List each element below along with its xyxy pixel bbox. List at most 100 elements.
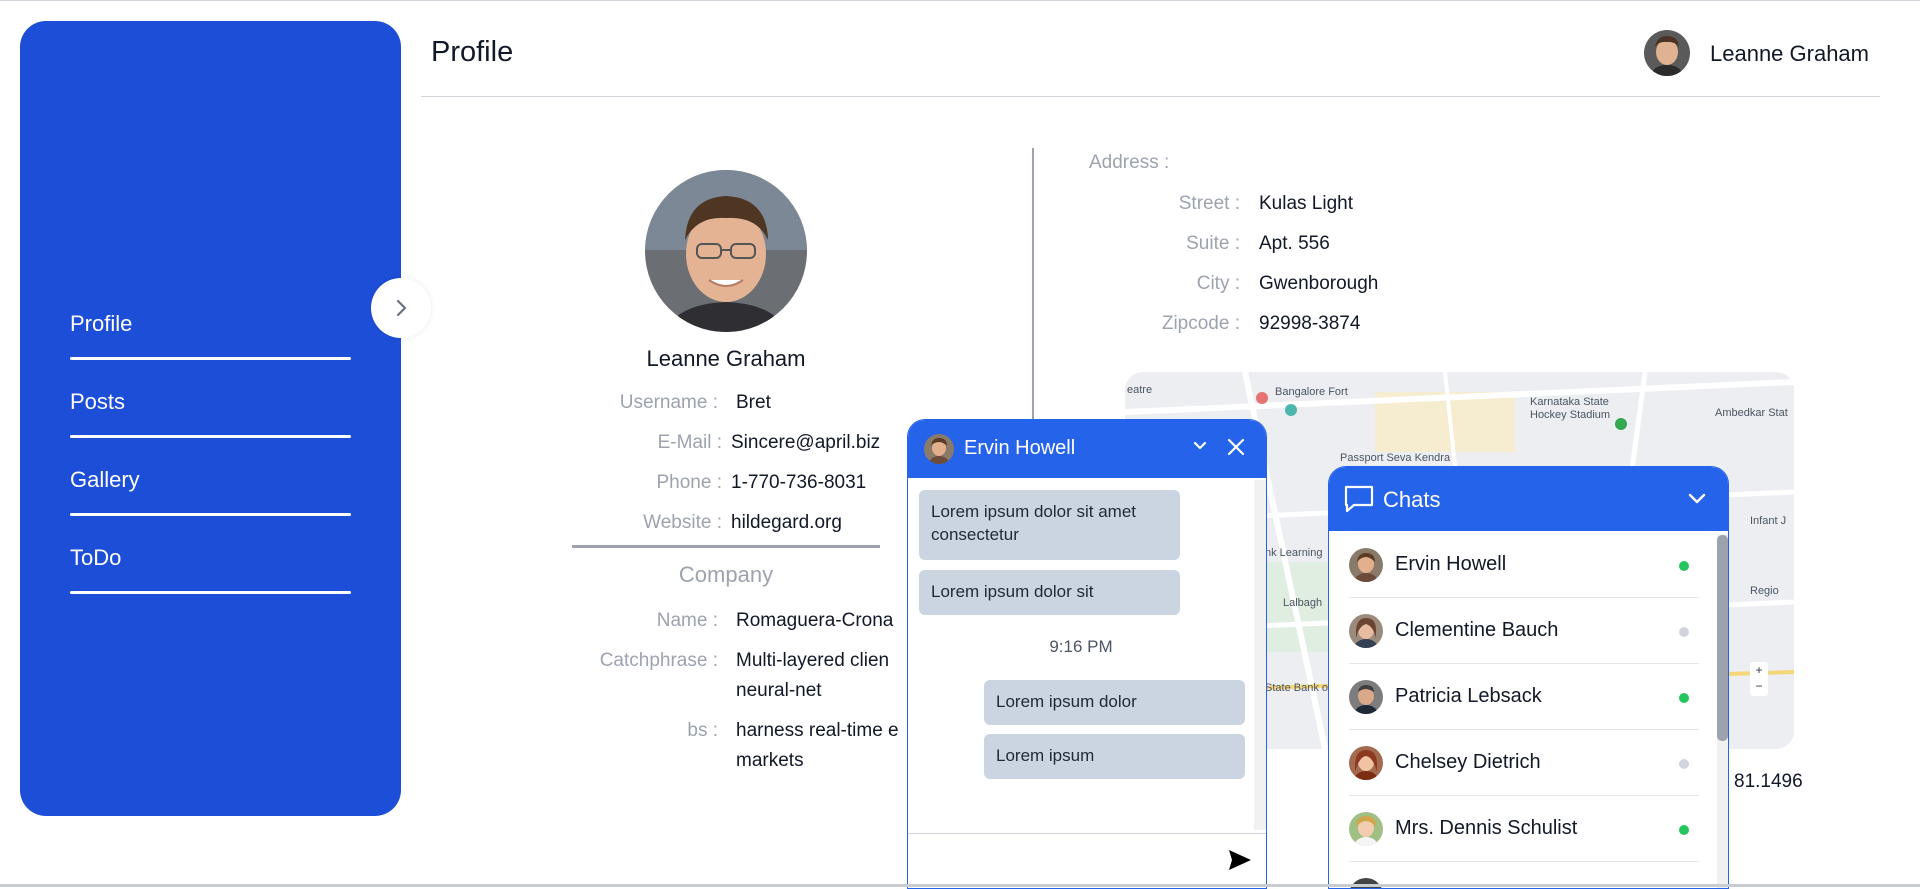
chat-contact-name: Chelsey Dietrich [1395, 751, 1541, 773]
map-label: Karnataka State [1530, 396, 1609, 408]
zipcode-value: 92998-3874 [1259, 313, 1361, 334]
sidebar-item-label: Gallery [70, 467, 140, 492]
suite-value: Apt. 556 [1259, 233, 1330, 254]
username-label: Username : [619, 392, 718, 413]
chat-contact-item[interactable]: Chelsey Dietrich [1349, 729, 1699, 796]
catchphrase-value-line2: neural-net [736, 680, 822, 701]
chats-panel: Chats Ervin Howell Clementine Bauch Patr… [1328, 466, 1729, 889]
company-name-label: Name : [656, 610, 718, 631]
catchphrase-value-line1: Multi-layered clien [736, 650, 890, 671]
message-text: Lorem ipsum dolor sit amet consectetur [931, 502, 1137, 544]
message-bubble-sent: Lorem ipsum dolor [984, 680, 1245, 725]
profile-photo [645, 170, 807, 332]
map-label: State Bank o [1265, 682, 1328, 694]
avatar [924, 434, 954, 464]
avatar [1349, 746, 1383, 780]
map-label: Ambedkar Stat [1715, 407, 1788, 419]
divider [70, 591, 351, 594]
email-label: E-Mail : [657, 432, 722, 453]
header-divider [421, 96, 1880, 97]
status-offline-dot [1679, 627, 1689, 637]
company-name-value: Romaguera-Crona [736, 610, 894, 631]
street-label: Street : [1178, 193, 1240, 214]
profile-avatar [645, 170, 807, 332]
sidebar-toggle-button[interactable] [371, 278, 431, 338]
sidebar: Profile Posts Gallery ToDo [20, 21, 401, 816]
avatar [1349, 548, 1383, 582]
status-online-dot [1679, 825, 1689, 835]
username-value: Bret [736, 392, 771, 413]
geo-coordinate: 81.1496 [1734, 771, 1803, 792]
message-text: Lorem ipsum [996, 746, 1095, 765]
message-time: 9:16 PM [1049, 637, 1113, 656]
suite-label: Suite : [1186, 233, 1240, 254]
message-text: Lorem ipsum dolor sit [931, 582, 1094, 601]
phone-value: 1-770-736-8031 [731, 472, 867, 493]
divider [70, 513, 351, 516]
top-border [0, 0, 1920, 1]
chats-scrollbar-thumb[interactable] [1717, 535, 1728, 741]
chat-contact-name: Clementine Bauch [1395, 619, 1559, 641]
profile-divider [572, 545, 880, 548]
catchphrase-label: Catchphrase : [599, 650, 718, 671]
bs-label: bs : [687, 720, 718, 741]
sidebar-item-label: ToDo [70, 545, 122, 570]
bs-value-line1: harness real-time e [736, 720, 899, 741]
sidebar-item-gallery[interactable]: Gallery [70, 445, 371, 523]
chevron-down-icon[interactable] [1192, 438, 1208, 454]
status-offline-dot [1679, 759, 1689, 769]
chat-contact-name: Mrs. Dennis Schulist [1395, 817, 1578, 839]
website-label: Website : [643, 512, 722, 533]
chat-contact-item[interactable]: Mrs. Dennis Schulist [1349, 795, 1699, 862]
map-label: Hockey Stadium [1530, 409, 1611, 421]
chat-contact-item[interactable]: Clementine Bauch [1349, 597, 1699, 664]
map-zoom-control[interactable]: + − [1750, 662, 1768, 696]
chat-bubble-icon [1344, 485, 1374, 513]
avatar-photo [1644, 30, 1690, 76]
sidebar-item-todo[interactable]: ToDo [70, 523, 371, 601]
send-icon[interactable] [1228, 849, 1252, 871]
chats-header[interactable]: Chats [1329, 467, 1728, 531]
chat-window: Ervin Howell Lorem ipsum dolor sit amet … [907, 419, 1267, 889]
chevron-right-icon [396, 299, 407, 317]
chat-contact-item[interactable]: Ervin Howell [1349, 531, 1699, 598]
status-online-dot [1679, 693, 1689, 703]
street-value: Kulas Light [1259, 193, 1354, 214]
chat-contact-item[interactable]: Patricia Lebsack [1349, 663, 1699, 730]
avatar [1349, 614, 1383, 648]
sidebar-nav: Profile Posts Gallery ToDo [70, 289, 371, 601]
zipcode-label: Zipcode : [1161, 313, 1240, 334]
divider [70, 357, 351, 360]
message-input[interactable] [908, 833, 1266, 888]
close-icon[interactable] [1226, 437, 1246, 457]
column-divider [1032, 148, 1034, 438]
chat-contact-name: Ervin Howell [964, 437, 1076, 459]
map-label: eatre [1127, 384, 1153, 396]
avatar [1349, 812, 1383, 846]
city-value: Gwenborough [1259, 273, 1379, 294]
map-label: nk Learning [1265, 547, 1323, 559]
city-label: City : [1196, 273, 1240, 294]
page-title: Profile [431, 36, 514, 68]
header-user-name[interactable]: Leanne Graham [1710, 41, 1869, 67]
map-label: Infant J [1750, 515, 1787, 527]
chat-window-header[interactable]: Ervin Howell [908, 420, 1266, 478]
chat-scrollbar[interactable] [1254, 480, 1266, 830]
map-label: Lalbagh [1283, 597, 1323, 609]
website-value[interactable]: hildegard.org [731, 508, 842, 538]
message-bubble-sent: Lorem ipsum [984, 734, 1245, 779]
map-label: Passport Seva Kendra [1340, 452, 1451, 464]
divider [70, 435, 351, 438]
sidebar-item-posts[interactable]: Posts [70, 367, 371, 445]
sidebar-item-label: Posts [70, 389, 126, 414]
avatar[interactable] [1644, 30, 1690, 76]
message-text: Lorem ipsum dolor [996, 692, 1137, 711]
message-bubble-received: Lorem ipsum dolor sit [919, 570, 1180, 615]
phone-label: Phone : [656, 472, 723, 493]
sidebar-item-label: Profile [70, 311, 133, 336]
map-label: Regio [1750, 585, 1779, 597]
sidebar-item-profile[interactable]: Profile [70, 289, 371, 367]
chevron-down-icon[interactable] [1687, 489, 1707, 509]
map-label: Bangalore Fort [1275, 386, 1348, 398]
message-bubble-received: Lorem ipsum dolor sit amet consectetur [919, 490, 1180, 560]
